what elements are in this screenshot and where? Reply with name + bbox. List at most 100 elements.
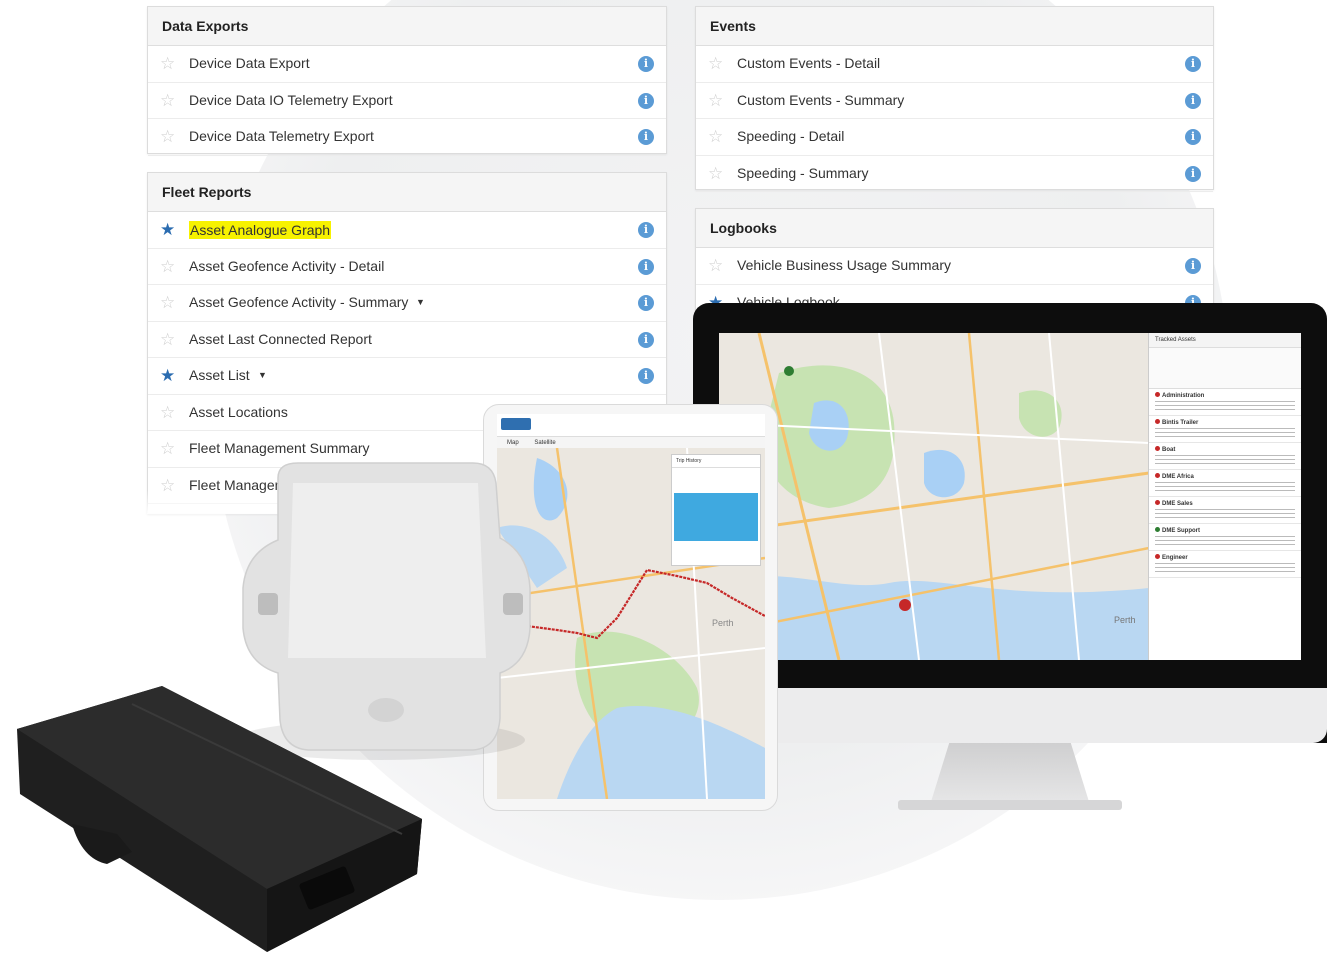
info-icon[interactable]: i bbox=[638, 295, 654, 311]
report-label[interactable]: Asset Last Connected Report bbox=[189, 322, 372, 358]
asset-name: DME Support bbox=[1162, 528, 1200, 534]
star-icon[interactable]: ☆ bbox=[160, 249, 175, 285]
star-icon[interactable]: ☆ bbox=[160, 431, 175, 467]
tracked-assets-panel: Tracked Assets Administration Bintis Trai… bbox=[1148, 333, 1301, 660]
fleet-report-item[interactable]: ★ Asset Analogue Graph i bbox=[148, 212, 666, 249]
info-icon[interactable]: i bbox=[638, 56, 654, 72]
data-export-item[interactable]: ☆ Device Data Telemetry Export i bbox=[148, 119, 666, 156]
info-icon[interactable]: i bbox=[638, 222, 654, 238]
report-label[interactable]: Custom Events - Detail bbox=[737, 46, 880, 82]
asset-name: DME Africa bbox=[1162, 474, 1194, 480]
tracked-asset-item[interactable]: DME Africa bbox=[1149, 470, 1301, 497]
logbook-report-item[interactable]: ☆ Vehicle Business Usage Summary i bbox=[696, 248, 1213, 285]
tracked-assets-toolbar[interactable] bbox=[1149, 348, 1301, 389]
monitor-chin bbox=[693, 688, 1327, 743]
trip-history-panel: Trip History bbox=[671, 454, 761, 566]
event-report-item[interactable]: ☆ Speeding - Summary i bbox=[696, 156, 1213, 192]
report-label[interactable]: Asset Geofence Activity - Detail bbox=[189, 249, 384, 285]
events-list: ☆ Custom Events - Detail i ☆ Custom Events -… bbox=[696, 46, 1213, 192]
star-icon[interactable]: ☆ bbox=[160, 119, 175, 155]
events-panel: Events ☆ Custom Events - Detail i ☆ Custom E… bbox=[695, 6, 1214, 192]
tracked-asset-item[interactable]: Boat bbox=[1149, 443, 1301, 470]
report-label[interactable]: Asset Geofence Activity - Summary bbox=[189, 285, 408, 321]
asset-detail-lines bbox=[1155, 536, 1295, 548]
black-tracker-device bbox=[17, 686, 422, 952]
report-label[interactable]: Device Data Telemetry Export bbox=[189, 119, 374, 155]
report-label[interactable]: Vehicle Business Usage Summary bbox=[737, 248, 951, 284]
tab-map[interactable]: Map bbox=[507, 440, 519, 446]
status-dot-icon bbox=[1155, 419, 1160, 424]
tablet-map-label: Perth bbox=[712, 618, 734, 628]
tracked-assets-list: Administration Bintis Trailer Boat DME Afri… bbox=[1149, 389, 1301, 578]
report-label[interactable]: Device Data IO Telemetry Export bbox=[189, 83, 393, 119]
report-label[interactable]: Speeding - Detail bbox=[737, 119, 844, 155]
star-icon[interactable]: ☆ bbox=[708, 156, 723, 192]
info-icon[interactable]: i bbox=[638, 331, 654, 348]
panel-title: Data Exports bbox=[148, 7, 666, 46]
tablet-header bbox=[497, 414, 765, 437]
info-icon[interactable]: i bbox=[1185, 129, 1201, 145]
star-icon[interactable]: ☆ bbox=[160, 285, 175, 321]
tracked-asset-item[interactable]: Administration bbox=[1149, 389, 1301, 416]
panel-title: Events bbox=[696, 7, 1213, 46]
status-dot-icon bbox=[1155, 554, 1160, 559]
tracked-asset-item[interactable]: DME Support bbox=[1149, 524, 1301, 551]
info-icon[interactable]: i bbox=[1185, 165, 1201, 182]
data-exports-list: ☆ Device Data Export i ☆ Device Data IO Tele… bbox=[148, 46, 666, 156]
monitor-foot bbox=[898, 800, 1122, 810]
asset-name: Bintis Trailer bbox=[1162, 420, 1199, 426]
fleet-report-item[interactable]: ☆ Asset Last Connected Report i bbox=[148, 322, 666, 358]
info-icon[interactable]: i bbox=[1185, 258, 1201, 274]
tab-satellite[interactable]: Satellite bbox=[534, 440, 555, 446]
monitor-stand bbox=[930, 743, 1090, 805]
fleet-report-item[interactable]: ★ Asset List ▼ i bbox=[148, 358, 666, 395]
report-label[interactable]: Asset Locations bbox=[189, 395, 288, 431]
monitor-screen: Perth Tracked Assets Administration Binti… bbox=[719, 333, 1301, 660]
star-icon[interactable]: ☆ bbox=[160, 46, 175, 82]
star-icon[interactable]: ☆ bbox=[708, 83, 723, 119]
monitor-map-label: Perth bbox=[1114, 615, 1136, 625]
info-icon[interactable]: i bbox=[638, 92, 654, 109]
info-icon[interactable]: i bbox=[638, 129, 654, 145]
report-label[interactable]: Device Data Export bbox=[189, 46, 310, 82]
status-dot-icon bbox=[1155, 473, 1160, 478]
star-icon[interactable]: ☆ bbox=[708, 119, 723, 155]
info-icon[interactable]: i bbox=[638, 258, 654, 275]
info-icon[interactable]: i bbox=[1185, 56, 1201, 72]
status-dot-icon bbox=[1155, 527, 1160, 532]
report-label[interactable]: Custom Events - Summary bbox=[737, 83, 904, 119]
fleet-report-item[interactable]: ☆ Asset Geofence Activity - Detail i bbox=[148, 249, 666, 285]
panel-title: Fleet Reports bbox=[148, 173, 666, 212]
star-icon[interactable]: ☆ bbox=[160, 83, 175, 119]
monitor-map[interactable]: Perth bbox=[719, 333, 1149, 660]
star-icon[interactable]: ★ bbox=[160, 358, 175, 394]
info-icon[interactable]: i bbox=[638, 368, 654, 384]
star-icon[interactable]: ☆ bbox=[160, 322, 175, 358]
status-dot-icon bbox=[1155, 500, 1160, 505]
report-label[interactable]: Asset Analogue Graph bbox=[189, 221, 332, 239]
caret-down-icon[interactable]: ▼ bbox=[416, 285, 425, 321]
report-label[interactable]: Speeding - Summary bbox=[737, 156, 869, 192]
data-export-item[interactable]: ☆ Device Data Export i bbox=[148, 46, 666, 83]
asset-name: Engineer bbox=[1162, 555, 1188, 561]
star-icon[interactable]: ☆ bbox=[708, 248, 723, 284]
event-report-item[interactable]: ☆ Custom Events - Detail i bbox=[696, 46, 1213, 83]
star-icon[interactable]: ☆ bbox=[708, 46, 723, 82]
tracked-asset-item[interactable]: Bintis Trailer bbox=[1149, 416, 1301, 443]
event-report-item[interactable]: ☆ Speeding - Detail i bbox=[696, 119, 1213, 156]
data-export-item[interactable]: ☆ Device Data IO Telemetry Export i bbox=[148, 83, 666, 119]
star-icon[interactable]: ☆ bbox=[160, 395, 175, 431]
data-exports-panel: Data Exports ☆ Device Data Export i ☆ Device… bbox=[147, 6, 667, 156]
status-dot-icon bbox=[1155, 392, 1160, 397]
report-label[interactable]: Asset List bbox=[189, 358, 250, 394]
fleet-report-item[interactable]: ☆ Asset Geofence Activity - Summary ▼ i bbox=[148, 285, 666, 322]
tracked-asset-item[interactable]: Engineer bbox=[1149, 551, 1301, 578]
trip-history-title: Trip History bbox=[672, 455, 760, 468]
info-icon[interactable]: i bbox=[1185, 92, 1201, 109]
asset-name: Administration bbox=[1162, 393, 1205, 399]
trip-selected-item[interactable] bbox=[674, 493, 758, 541]
star-icon[interactable]: ★ bbox=[160, 212, 175, 248]
tracked-asset-item[interactable]: DME Sales bbox=[1149, 497, 1301, 524]
event-report-item[interactable]: ☆ Custom Events - Summary i bbox=[696, 83, 1213, 119]
caret-down-icon[interactable]: ▼ bbox=[258, 358, 267, 394]
